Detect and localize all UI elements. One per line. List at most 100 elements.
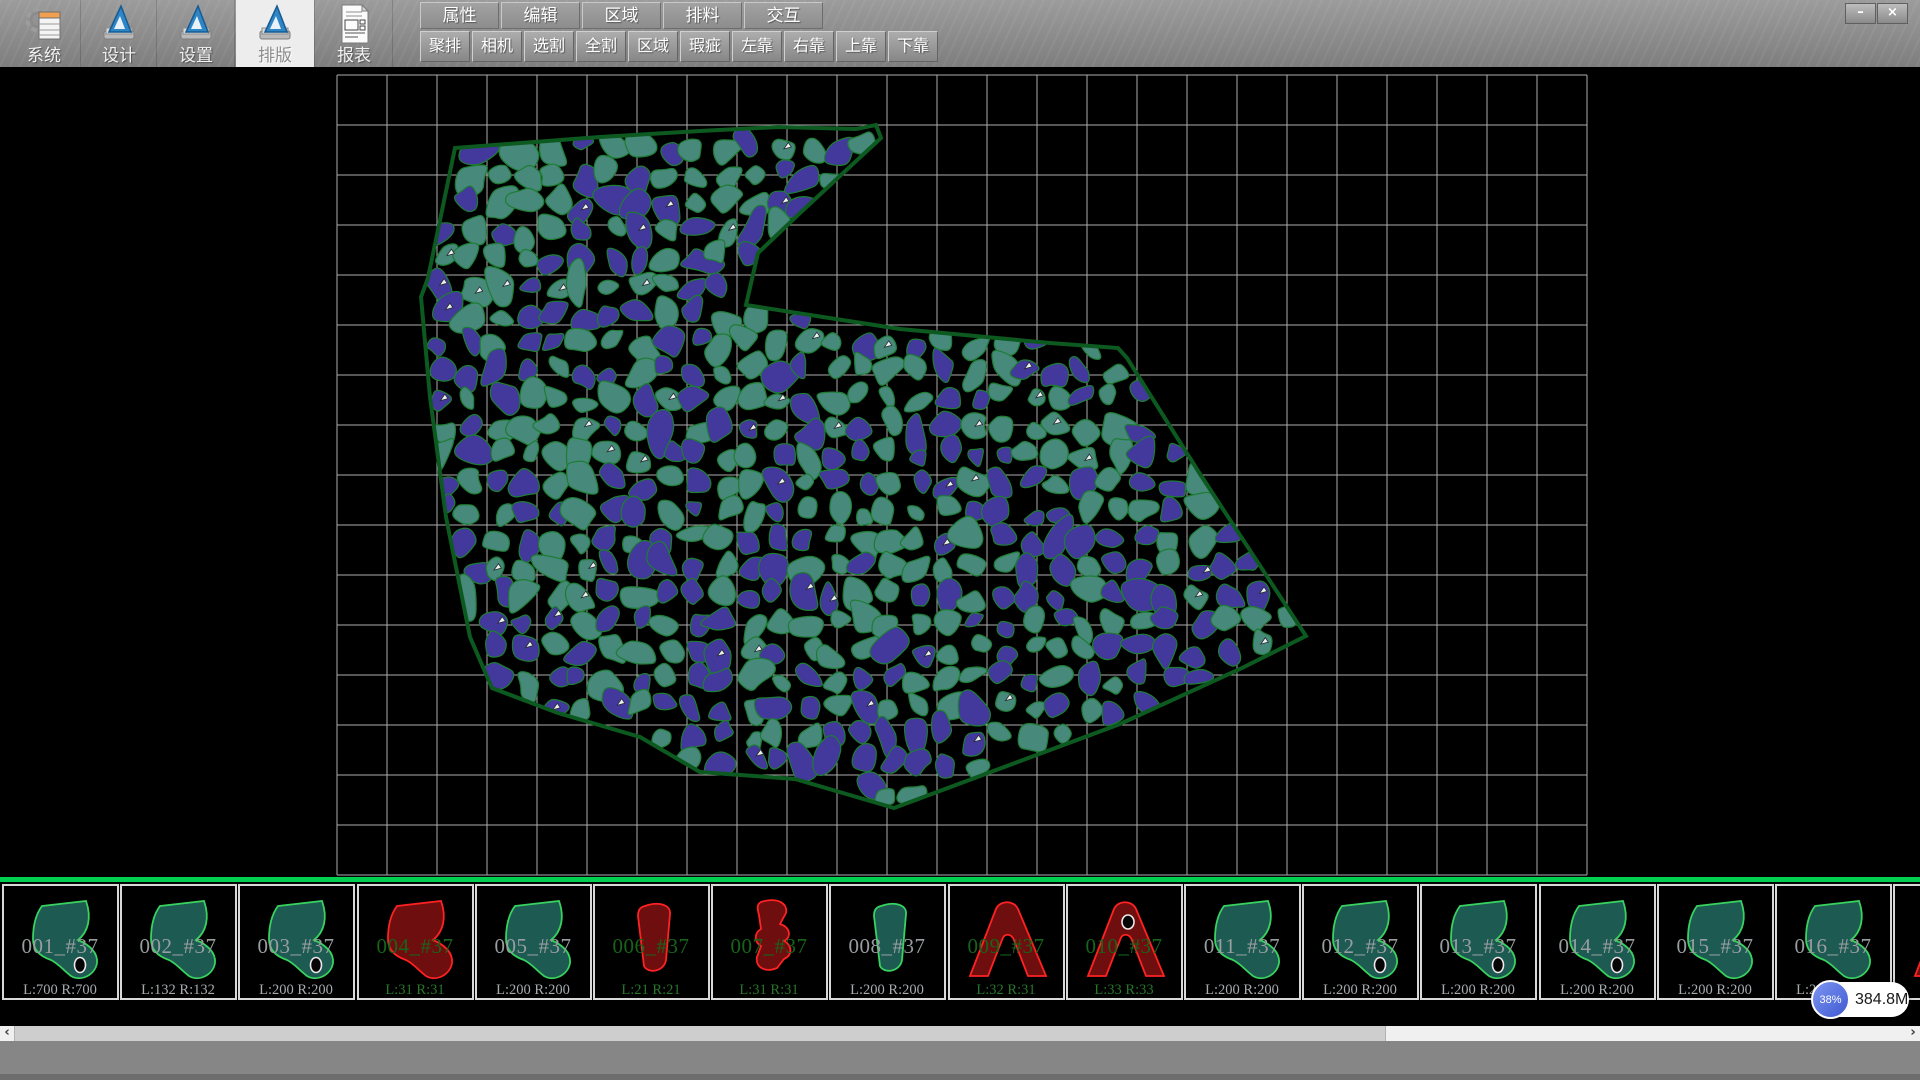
piece-label: 005_#37: [494, 934, 571, 958]
scroll-right-arrow[interactable]: ›: [1906, 1026, 1920, 1041]
tool-button-4[interactable]: 全割: [576, 31, 626, 62]
main-button-1[interactable]: 系统: [8, 0, 80, 67]
piece-thumbnail-006_#37[interactable]: 006_#37L:21 R:21: [593, 884, 710, 1000]
piece-shape-boot-hole: 003_#37 L:200 R:200: [240, 886, 353, 998]
piece-shape-boot-hole: 014_#37 L:200 R:200: [1541, 886, 1654, 998]
memory-value: 384.8M: [1855, 982, 1908, 1017]
piece-thumbnail-014_#37[interactable]: 014_#37 L:200 R:200: [1539, 884, 1656, 1000]
strip-separator: [0, 877, 1920, 882]
piece-label: 007_#37: [731, 934, 808, 958]
piece-label: 002_#37: [140, 934, 217, 958]
nesting-canvas[interactable]: [0, 67, 1920, 876]
piece-label: 001_#37: [22, 934, 99, 958]
scroll-left-arrow[interactable]: ‹: [0, 1026, 14, 1041]
menu-tab-3[interactable]: 区域: [582, 2, 661, 29]
main-button-2[interactable]: 设计: [82, 0, 156, 67]
scrollbar-thumb[interactable]: [14, 1026, 1386, 1041]
minimize-button[interactable]: –: [1845, 3, 1876, 24]
piece-lr-count: L:200 R:200: [1323, 982, 1397, 998]
main-button-label: 设计: [102, 46, 136, 65]
piece-lr-count: L:200 R:200: [1205, 982, 1279, 998]
piece-thumbnail-013_#37[interactable]: 013_#37L:200 R:200: [1420, 884, 1537, 1000]
title-toolbar: 系统设计设置排版报表 属性编辑区域排料交互 聚排相机选割全割区域瑕疵左靠右靠上靠…: [0, 0, 1920, 67]
piece-thumbnail-012_#37[interactable]: 012_#37 L:200 R:200: [1302, 884, 1419, 1000]
piece-thumbnail-015_#37[interactable]: 015_#37L:200 R:200: [1657, 884, 1774, 1000]
piece-shape-boot: 011_#37 L:200 R:200: [1186, 886, 1299, 998]
piece-lr-count: L:200 R:200: [851, 982, 925, 998]
piece-label: 004_#37: [376, 934, 453, 958]
gear-table-icon: [22, 2, 66, 46]
piece-thumbnail-004_#37[interactable]: 004_#37 L:31 R:31: [357, 884, 474, 1000]
piece-lr-count: L:32 R:31: [976, 982, 1035, 998]
piece-shape-boot-hole: 013_#37L:200 R:200: [1422, 886, 1535, 998]
piece-shape-boot-hole: 001_#37 L:700 R:700: [4, 886, 117, 998]
menu-tab-5[interactable]: 交互: [744, 2, 823, 29]
status-bar: [0, 1041, 1920, 1080]
piece-shape-boot: 015_#37L:200 R:200: [1659, 886, 1772, 998]
piece-label: 014_#37: [1558, 934, 1635, 958]
piece-thumbnail-011_#37[interactable]: 011_#37 L:200 R:200: [1184, 884, 1301, 1000]
tool-button-6[interactable]: 瑕疵: [680, 31, 730, 62]
piece-label: 009_#37: [967, 934, 1044, 958]
piece-lr-count: L:21 R:21: [621, 982, 680, 998]
piece-shape-boot: 005_#37 L:200 R:200: [477, 886, 590, 998]
menu-tab-1[interactable]: 属性: [420, 2, 499, 29]
main-button-5[interactable]: 报表: [316, 0, 392, 67]
piece-lr-count: L:200 R:200: [1678, 982, 1752, 998]
piece-label: 010_#37: [1085, 934, 1162, 958]
memory-percent-indicator: 38%: [1811, 980, 1850, 1019]
ruler-icon: [174, 2, 218, 46]
menu-tab-4[interactable]: 排料: [663, 2, 742, 29]
memory-badge: 38% 384.8M: [1813, 982, 1909, 1017]
piece-shape-column: 008_#37 L:200 R:200: [831, 886, 944, 998]
piece-thumbnail-strip: 001_#37 L:700 R:700 002_#37 L:132 R:132 003_…: [0, 884, 1920, 1002]
piece-thumbnail-007_#37[interactable]: 007_#37 L:31 R:31: [711, 884, 828, 1000]
close-button[interactable]: ×: [1877, 3, 1908, 24]
tool-button-10[interactable]: 下靠: [888, 31, 938, 62]
piece-lr-count: L:33 R:33: [1094, 982, 1153, 998]
piece-lr-count: L:200 R:200: [1560, 982, 1634, 998]
tool-button-9[interactable]: 上靠: [836, 31, 886, 62]
piece-lr-count: L:31 R:31: [385, 982, 444, 998]
main-button-4[interactable]: 排版: [236, 0, 314, 67]
ruler-icon: [97, 2, 141, 46]
piece-thumbnail-001_#37[interactable]: 001_#37 L:700 R:700: [2, 884, 119, 1000]
tool-button-7[interactable]: 左靠: [732, 31, 782, 62]
tool-button-8[interactable]: 右靠: [784, 31, 834, 62]
piece-thumbnail-008_#37[interactable]: 008_#37 L:200 R:200: [829, 884, 946, 1000]
piece-thumbnail-005_#37[interactable]: 005_#37 L:200 R:200: [475, 884, 592, 1000]
piece-thumbnail-003_#37[interactable]: 003_#37 L:200 R:200: [238, 884, 355, 1000]
piece-label: 016_#37: [1795, 934, 1872, 958]
tool-button-1[interactable]: 聚排: [420, 31, 470, 62]
piece-shape-boot: 004_#37 L:31 R:31: [359, 886, 472, 998]
ruler-icon: [253, 2, 297, 46]
piece-label: 008_#37: [849, 934, 926, 958]
piece-lr-count: L:132 R:132: [141, 982, 215, 998]
main-button-label: 排版: [258, 46, 292, 65]
tool-button-5[interactable]: 区域: [628, 31, 678, 62]
piece-lr-count: L:200 R:200: [496, 982, 570, 998]
piece-lr-count: L:31 R:31: [740, 982, 799, 998]
piece-lr-count: L:700 R:700: [23, 982, 97, 998]
main-button-label: 系统: [27, 46, 61, 65]
piece-label: 012_#37: [1322, 934, 1399, 958]
piece-shape-boot-hole: 012_#37 L:200 R:200: [1304, 886, 1417, 998]
app-window: { "window": {"minimize_glyph": "–", "clo…: [0, 0, 1920, 1080]
piece-lr-count: L:200 R:200: [260, 982, 334, 998]
piece-label: 003_#37: [258, 934, 335, 958]
main-button-label: 报表: [337, 46, 371, 65]
tool-button-3[interactable]: 选割: [524, 31, 574, 62]
piece-thumbnail-002_#37[interactable]: 002_#37 L:132 R:132: [120, 884, 237, 1000]
piece-shape-a-shape-hole: 010_#37 L:33 R:33: [1068, 886, 1181, 998]
piece-shape-column: 006_#37L:21 R:21: [595, 886, 708, 998]
menu-tab-2[interactable]: 编辑: [501, 2, 580, 29]
piece-label: 013_#37: [1440, 934, 1517, 958]
main-button-label: 设置: [179, 46, 213, 65]
piece-label: 011_#37: [1204, 934, 1280, 958]
piece-thumbnail-009_#37[interactable]: 009_#37 L:32 R:31: [948, 884, 1065, 1000]
main-button-3[interactable]: 设置: [158, 0, 234, 67]
horizontal-scrollbar[interactable]: ‹ ›: [0, 1026, 1920, 1041]
piece-shape-a-shape: 009_#37 L:32 R:31: [950, 886, 1063, 998]
piece-thumbnail-010_#37[interactable]: 010_#37 L:33 R:33: [1066, 884, 1183, 1000]
tool-button-2[interactable]: 相机: [472, 31, 522, 62]
